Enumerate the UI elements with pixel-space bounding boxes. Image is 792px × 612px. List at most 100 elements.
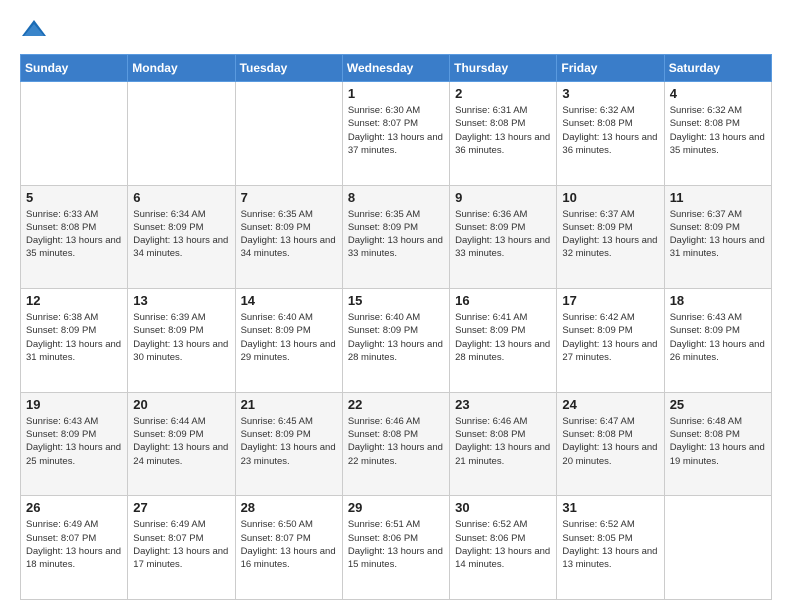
calendar-cell: 17 Sunrise: 6:42 AM Sunset: 8:09 PM Dayli… bbox=[557, 289, 664, 393]
day-number: 25 bbox=[670, 397, 766, 412]
day-info: Sunrise: 6:34 AM Sunset: 8:09 PM Dayligh… bbox=[133, 208, 229, 261]
day-info: Sunrise: 6:49 AM Sunset: 8:07 PM Dayligh… bbox=[133, 518, 229, 571]
calendar-cell: 12 Sunrise: 6:38 AM Sunset: 8:09 PM Dayli… bbox=[21, 289, 128, 393]
day-info: Sunrise: 6:52 AM Sunset: 8:05 PM Dayligh… bbox=[562, 518, 658, 571]
calendar-cell bbox=[664, 496, 771, 600]
calendar-cell: 3 Sunrise: 6:32 AM Sunset: 8:08 PM Daylig… bbox=[557, 82, 664, 186]
day-number: 7 bbox=[241, 190, 337, 205]
day-number: 10 bbox=[562, 190, 658, 205]
day-number: 5 bbox=[26, 190, 122, 205]
day-info: Sunrise: 6:33 AM Sunset: 8:08 PM Dayligh… bbox=[26, 208, 122, 261]
calendar-cell: 6 Sunrise: 6:34 AM Sunset: 8:09 PM Daylig… bbox=[128, 185, 235, 289]
page: SundayMondayTuesdayWednesdayThursdayFrid… bbox=[0, 0, 792, 612]
header bbox=[20, 16, 772, 44]
calendar-cell: 20 Sunrise: 6:44 AM Sunset: 8:09 PM Dayli… bbox=[128, 392, 235, 496]
day-number: 13 bbox=[133, 293, 229, 308]
day-info: Sunrise: 6:35 AM Sunset: 8:09 PM Dayligh… bbox=[241, 208, 337, 261]
calendar-cell: 24Sunrise: 6:47 AM Sunset: 8:08 PM Dayli… bbox=[557, 392, 664, 496]
day-info: Sunrise: 6:32 AM Sunset: 8:08 PM Dayligh… bbox=[562, 104, 658, 157]
day-info: Sunrise: 6:40 AM Sunset: 8:09 PM Dayligh… bbox=[348, 311, 444, 364]
weekday-row: SundayMondayTuesdayWednesdayThursdayFrid… bbox=[21, 55, 772, 82]
day-number: 21 bbox=[241, 397, 337, 412]
calendar-cell: 31 Sunrise: 6:52 AM Sunset: 8:05 PM Dayli… bbox=[557, 496, 664, 600]
calendar-cell: 29Sunrise: 6:51 AM Sunset: 8:06 PM Dayli… bbox=[342, 496, 449, 600]
weekday-header: Wednesday bbox=[342, 55, 449, 82]
day-number: 31 bbox=[562, 500, 658, 515]
day-number: 1 bbox=[348, 86, 444, 101]
day-number: 20 bbox=[133, 397, 229, 412]
day-info: Sunrise: 6:43 AM Sunset: 8:09 PM Dayligh… bbox=[26, 415, 122, 468]
calendar-cell: 14Sunrise: 6:40 AM Sunset: 8:09 PM Dayli… bbox=[235, 289, 342, 393]
day-info: Sunrise: 6:49 AM Sunset: 8:07 PM Dayligh… bbox=[26, 518, 122, 571]
logo-icon bbox=[20, 16, 48, 44]
day-info: Sunrise: 6:47 AM Sunset: 8:08 PM Dayligh… bbox=[562, 415, 658, 468]
day-number: 16 bbox=[455, 293, 551, 308]
day-number: 6 bbox=[133, 190, 229, 205]
calendar-cell: 5 Sunrise: 6:33 AM Sunset: 8:08 PM Daylig… bbox=[21, 185, 128, 289]
calendar-header: SundayMondayTuesdayWednesdayThursdayFrid… bbox=[21, 55, 772, 82]
calendar-cell: 11 Sunrise: 6:37 AM Sunset: 8:09 PM Dayli… bbox=[664, 185, 771, 289]
day-number: 22 bbox=[348, 397, 444, 412]
calendar-cell: 28 Sunrise: 6:50 AM Sunset: 8:07 PM Dayli… bbox=[235, 496, 342, 600]
calendar-week-row: 5 Sunrise: 6:33 AM Sunset: 8:08 PM Daylig… bbox=[21, 185, 772, 289]
calendar-cell: 25Sunrise: 6:48 AM Sunset: 8:08 PM Dayli… bbox=[664, 392, 771, 496]
day-number: 23 bbox=[455, 397, 551, 412]
calendar-cell: 18 Sunrise: 6:43 AM Sunset: 8:09 PM Dayli… bbox=[664, 289, 771, 393]
calendar-cell bbox=[128, 82, 235, 186]
day-info: Sunrise: 6:50 AM Sunset: 8:07 PM Dayligh… bbox=[241, 518, 337, 571]
day-info: Sunrise: 6:41 AM Sunset: 8:09 PM Dayligh… bbox=[455, 311, 551, 364]
calendar-cell: 21 Sunrise: 6:45 AM Sunset: 8:09 PM Dayli… bbox=[235, 392, 342, 496]
day-info: Sunrise: 6:35 AM Sunset: 8:09 PM Dayligh… bbox=[348, 208, 444, 261]
day-number: 14 bbox=[241, 293, 337, 308]
calendar-cell: 7 Sunrise: 6:35 AM Sunset: 8:09 PM Daylig… bbox=[235, 185, 342, 289]
calendar-cell bbox=[235, 82, 342, 186]
day-number: 18 bbox=[670, 293, 766, 308]
weekday-header: Sunday bbox=[21, 55, 128, 82]
calendar-cell: 13Sunrise: 6:39 AM Sunset: 8:09 PM Dayli… bbox=[128, 289, 235, 393]
calendar-cell: 27Sunrise: 6:49 AM Sunset: 8:07 PM Dayli… bbox=[128, 496, 235, 600]
day-info: Sunrise: 6:36 AM Sunset: 8:09 PM Dayligh… bbox=[455, 208, 551, 261]
day-info: Sunrise: 6:44 AM Sunset: 8:09 PM Dayligh… bbox=[133, 415, 229, 468]
day-number: 8 bbox=[348, 190, 444, 205]
day-number: 12 bbox=[26, 293, 122, 308]
day-number: 4 bbox=[670, 86, 766, 101]
calendar-week-row: 1Sunrise: 6:30 AM Sunset: 8:07 PM Daylig… bbox=[21, 82, 772, 186]
day-number: 9 bbox=[455, 190, 551, 205]
day-info: Sunrise: 6:45 AM Sunset: 8:09 PM Dayligh… bbox=[241, 415, 337, 468]
calendar-week-row: 26Sunrise: 6:49 AM Sunset: 8:07 PM Dayli… bbox=[21, 496, 772, 600]
calendar-cell: 26Sunrise: 6:49 AM Sunset: 8:07 PM Dayli… bbox=[21, 496, 128, 600]
calendar-cell: 10 Sunrise: 6:37 AM Sunset: 8:09 PM Dayli… bbox=[557, 185, 664, 289]
calendar-cell: 22 Sunrise: 6:46 AM Sunset: 8:08 PM Dayli… bbox=[342, 392, 449, 496]
calendar-week-row: 12 Sunrise: 6:38 AM Sunset: 8:09 PM Dayli… bbox=[21, 289, 772, 393]
calendar-cell: 4Sunrise: 6:32 AM Sunset: 8:08 PM Daylig… bbox=[664, 82, 771, 186]
calendar-cell: 30 Sunrise: 6:52 AM Sunset: 8:06 PM Dayli… bbox=[450, 496, 557, 600]
day-info: Sunrise: 6:37 AM Sunset: 8:09 PM Dayligh… bbox=[670, 208, 766, 261]
calendar-cell: 23Sunrise: 6:46 AM Sunset: 8:08 PM Dayli… bbox=[450, 392, 557, 496]
calendar-cell: 15 Sunrise: 6:40 AM Sunset: 8:09 PM Dayli… bbox=[342, 289, 449, 393]
weekday-header: Saturday bbox=[664, 55, 771, 82]
day-number: 29 bbox=[348, 500, 444, 515]
weekday-header: Thursday bbox=[450, 55, 557, 82]
logo bbox=[20, 16, 52, 44]
day-number: 3 bbox=[562, 86, 658, 101]
day-info: Sunrise: 6:46 AM Sunset: 8:08 PM Dayligh… bbox=[348, 415, 444, 468]
day-info: Sunrise: 6:31 AM Sunset: 8:08 PM Dayligh… bbox=[455, 104, 551, 157]
day-number: 28 bbox=[241, 500, 337, 515]
day-info: Sunrise: 6:38 AM Sunset: 8:09 PM Dayligh… bbox=[26, 311, 122, 364]
day-info: Sunrise: 6:52 AM Sunset: 8:06 PM Dayligh… bbox=[455, 518, 551, 571]
day-number: 11 bbox=[670, 190, 766, 205]
calendar: SundayMondayTuesdayWednesdayThursdayFrid… bbox=[20, 54, 772, 600]
day-number: 2 bbox=[455, 86, 551, 101]
calendar-week-row: 19Sunrise: 6:43 AM Sunset: 8:09 PM Dayli… bbox=[21, 392, 772, 496]
day-number: 17 bbox=[562, 293, 658, 308]
day-info: Sunrise: 6:42 AM Sunset: 8:09 PM Dayligh… bbox=[562, 311, 658, 364]
day-info: Sunrise: 6:43 AM Sunset: 8:09 PM Dayligh… bbox=[670, 311, 766, 364]
weekday-header: Monday bbox=[128, 55, 235, 82]
day-number: 15 bbox=[348, 293, 444, 308]
calendar-cell bbox=[21, 82, 128, 186]
calendar-cell: 16 Sunrise: 6:41 AM Sunset: 8:09 PM Dayli… bbox=[450, 289, 557, 393]
calendar-body: 1Sunrise: 6:30 AM Sunset: 8:07 PM Daylig… bbox=[21, 82, 772, 600]
day-number: 30 bbox=[455, 500, 551, 515]
calendar-cell: 2 Sunrise: 6:31 AM Sunset: 8:08 PM Daylig… bbox=[450, 82, 557, 186]
day-info: Sunrise: 6:37 AM Sunset: 8:09 PM Dayligh… bbox=[562, 208, 658, 261]
